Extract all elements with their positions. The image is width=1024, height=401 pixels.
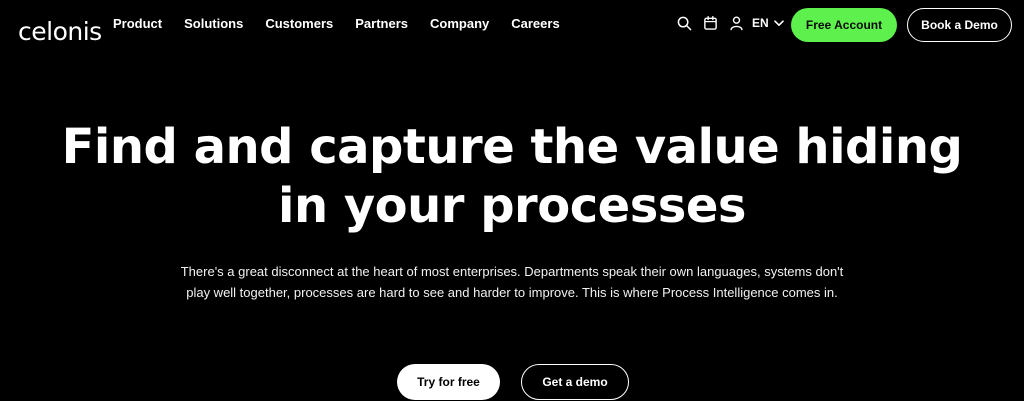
nav-item-partners[interactable]: Partners bbox=[355, 16, 408, 31]
calendar-icon[interactable] bbox=[702, 15, 718, 31]
nav-item-solutions[interactable]: Solutions bbox=[184, 16, 243, 31]
logo-text: celonis bbox=[18, 17, 102, 46]
hero-title-line-2: in your processes bbox=[278, 178, 746, 234]
try-for-free-button[interactable]: Try for free bbox=[397, 364, 500, 400]
free-account-button[interactable]: Free Account bbox=[791, 8, 897, 42]
nav-item-careers[interactable]: Careers bbox=[511, 16, 559, 31]
nav-item-company[interactable]: Company bbox=[430, 16, 489, 31]
hero-title-line-1: Find and capture the value hiding bbox=[61, 119, 963, 175]
celonis-logo[interactable]: celonis bbox=[9, 8, 102, 46]
utility-icons bbox=[676, 15, 754, 31]
nav-item-product[interactable]: Product bbox=[113, 16, 162, 31]
language-selector[interactable]: EN bbox=[752, 16, 784, 30]
main-menu: Product Solutions Customers Partners Com… bbox=[113, 16, 582, 31]
hero-description: There's a great disconnect at the heart … bbox=[180, 264, 844, 300]
get-a-demo-button[interactable]: Get a demo bbox=[521, 364, 629, 400]
search-icon[interactable] bbox=[676, 15, 692, 31]
book-demo-button[interactable]: Book a Demo bbox=[907, 8, 1012, 42]
hero-title: Find and capture the value hiding in you… bbox=[0, 118, 1024, 236]
chevron-down-icon bbox=[773, 16, 784, 30]
language-label: EN bbox=[752, 16, 769, 30]
user-icon[interactable] bbox=[728, 15, 744, 31]
nav-item-customers[interactable]: Customers bbox=[265, 16, 333, 31]
top-navigation: celonis Product Solutions Customers Part… bbox=[0, 0, 1024, 50]
